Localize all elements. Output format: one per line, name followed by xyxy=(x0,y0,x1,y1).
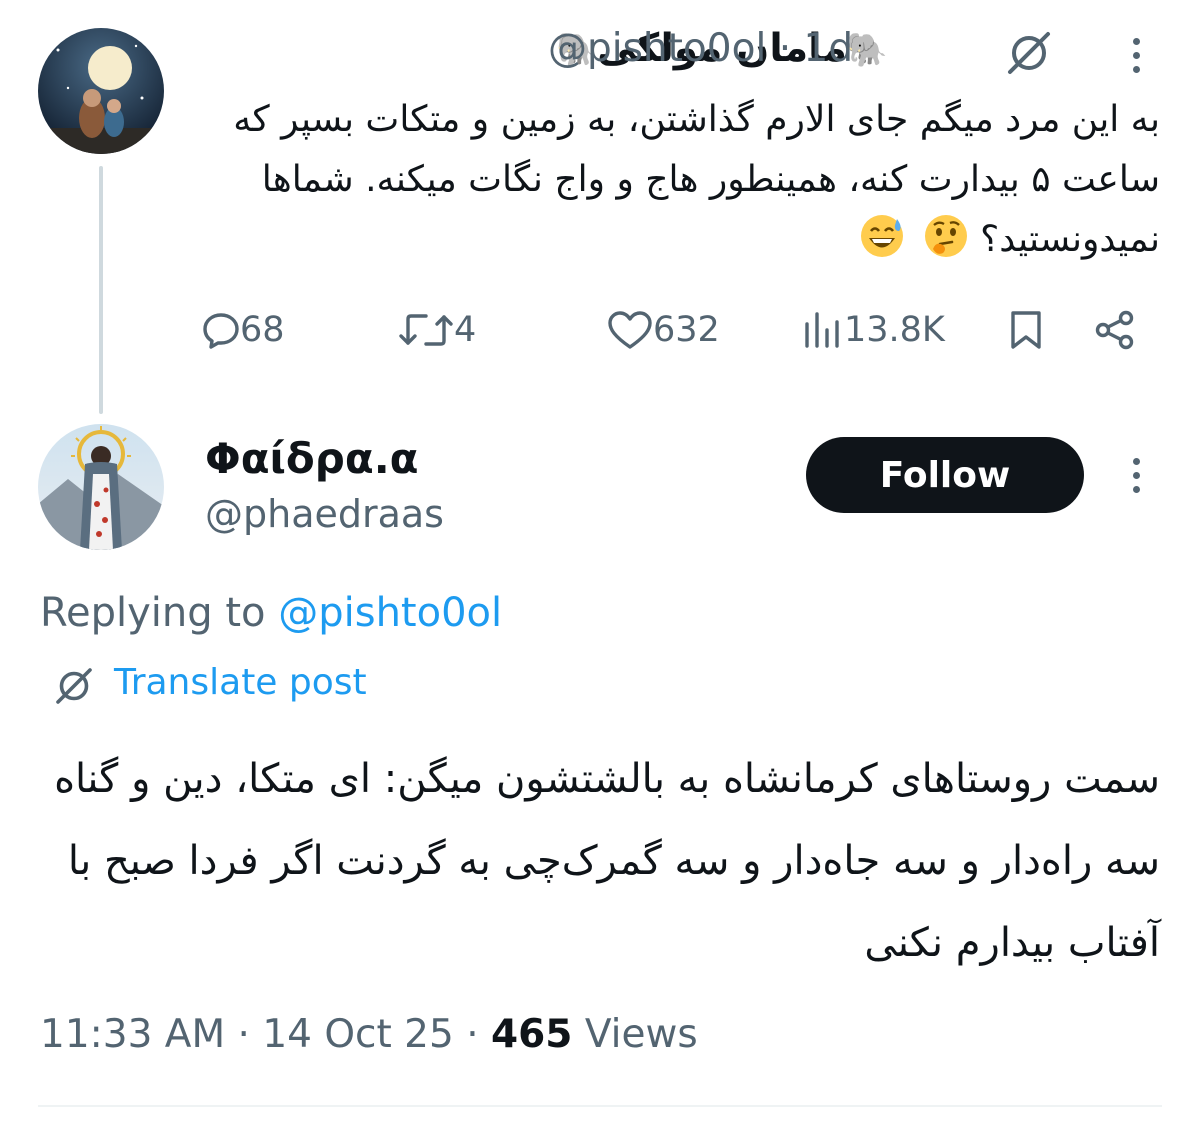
heart-icon xyxy=(608,311,652,349)
grinning-sweat-face-emoji xyxy=(861,215,904,257)
reply-views-count: 465 xyxy=(491,1012,573,1057)
like-count: 632 xyxy=(653,310,720,350)
share-icon xyxy=(1095,310,1134,350)
translate-globe-icon[interactable] xyxy=(52,664,96,708)
more-options-icon[interactable] xyxy=(1124,38,1148,80)
reply-views-label: Views xyxy=(584,1012,698,1057)
bookmark-action[interactable] xyxy=(1008,300,1044,360)
analytics-icon xyxy=(805,312,839,348)
replying-to: Replying to @pishto0ol xyxy=(40,590,502,636)
translate-post-link[interactable]: Translate post xyxy=(114,662,367,703)
reply-action[interactable]: 68 xyxy=(202,300,285,360)
reply-date[interactable]: 14 Oct 25 xyxy=(262,1012,453,1057)
reply-handle[interactable]: @phaedraas xyxy=(205,492,444,536)
thread-line xyxy=(99,166,103,414)
parent-handle[interactable]: @pishto0ol xyxy=(548,26,766,71)
parent-author-avatar[interactable] xyxy=(38,28,164,154)
thinking-face-emoji xyxy=(924,215,967,257)
like-action[interactable]: 632 xyxy=(607,300,720,360)
reply-display-name[interactable]: Φαίδρα.α xyxy=(205,434,419,483)
views-action[interactable]: 13.8K xyxy=(802,300,945,360)
repost-count: 4 xyxy=(454,310,477,350)
divider xyxy=(38,1105,1162,1107)
parent-time-ago[interactable]: 1d xyxy=(804,26,854,71)
reply-time[interactable]: 11:33 AM xyxy=(40,1012,225,1057)
replying-to-label: Replying to xyxy=(40,590,266,636)
reply-meta: 11:33 AM · 14 Oct 25 · 465 Views xyxy=(40,1012,698,1057)
more-options-icon[interactable] xyxy=(1124,458,1148,500)
repost-icon xyxy=(399,314,453,346)
translate-globe-icon[interactable] xyxy=(1002,26,1056,80)
parent-handle-time: @pishto0ol · 1d xyxy=(548,26,854,71)
reply-author-avatar[interactable] xyxy=(38,424,164,550)
views-count: 13.8K xyxy=(844,310,945,350)
reply-count: 68 xyxy=(240,310,285,350)
repost-action[interactable]: 4 xyxy=(398,300,476,360)
parent-tweet-text: به این مرد میگم جای الارم گذاشتن، به زمی… xyxy=(233,99,1160,260)
bookmark-icon xyxy=(1011,311,1041,349)
reply-icon xyxy=(203,313,239,349)
follow-button[interactable]: Follow xyxy=(806,437,1084,513)
replying-to-handle[interactable]: @pishto0ol xyxy=(278,590,502,636)
share-action[interactable] xyxy=(1094,300,1136,360)
reply-tweet-text: سمت روستاهای کرمانشاه به بالشتشون میگن: … xyxy=(54,756,1160,966)
